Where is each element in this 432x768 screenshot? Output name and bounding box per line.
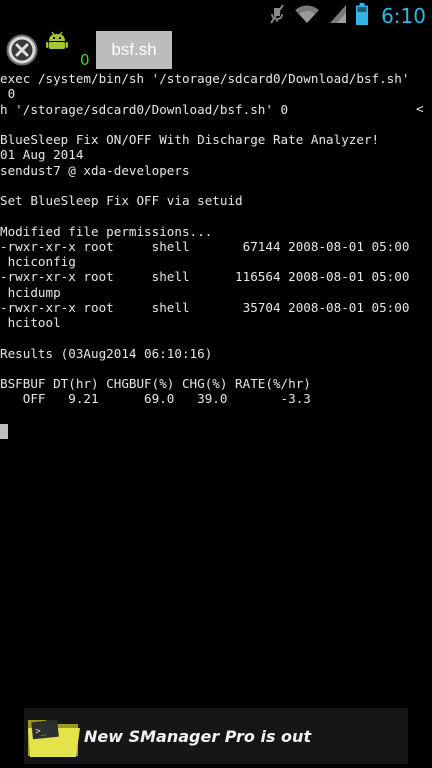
battery-icon [356,3,369,29]
terminal-line: -rwxr-xr-x root shell 67144 2008-08-01 0… [0,238,410,254]
terminal-line: exec /system/bin/sh '/storage/sdcard0/Do… [0,71,410,86]
smanager-icon: >_ [28,719,80,757]
toolbar: 0 bsf.sh [0,31,432,69]
status-bar: 6:10 [0,0,432,31]
window-count: 0 [80,51,90,69]
close-window-button[interactable] [6,34,38,66]
clock: 6:10 [381,4,426,28]
wifi-icon [294,4,320,28]
status-icons: 6:10 [269,3,426,29]
mute-icon [269,4,285,28]
terminal-line: Set BlueSleep Fix OFF via setuid [0,193,243,208]
terminal-line: h '/storage/sdcard0/Download/bsf.sh' 0 [0,101,289,117]
terminal-line: -rwxr-xr-x root shell 35704 2008-08-01 0… [0,299,410,315]
ad-text: New SManager Pro is out [84,726,312,746]
tab-bsf-sh[interactable]: bsf.sh [96,31,172,69]
terminal-line: -rwxr-xr-x root shell 116564 2008-08-01 … [0,269,410,285]
terminal-line: Results (03Aug2014 06:10:16) [0,345,213,361]
ad-banner[interactable]: >_ New SManager Pro is out [24,708,408,764]
terminal-line: Modified file permissions... [0,223,213,239]
terminal-line: BSFBUF DT(hr) CHGBUF(%) CHG(%) RATE(%/hr… [0,376,311,391]
terminal-output[interactable]: exec /system/bin/sh '/storage/sdcard0/Do… [0,71,432,681]
terminal-line: sendust7 @ xda-developers [0,162,190,178]
android-icon[interactable] [46,31,68,51]
terminal-line: hcitool [0,315,61,330]
close-icon [6,34,38,66]
terminal-line: 01 Aug 2014 [0,147,84,163]
terminal-line: OFF 9.21 69.0 39.0 -3.3 [0,391,311,407]
overflow-marker: < [416,101,424,116]
terminal-cursor [0,424,8,439]
terminal-line: hciconfig [0,254,76,269]
terminal-line: hcidump [0,284,61,300]
terminal-line: 0 [0,86,16,102]
terminal-line: BlueSleep Fix ON/OFF With Discharge Rate… [0,132,380,147]
svg-text:>_: >_ [35,726,47,737]
signal-icon [329,4,347,28]
